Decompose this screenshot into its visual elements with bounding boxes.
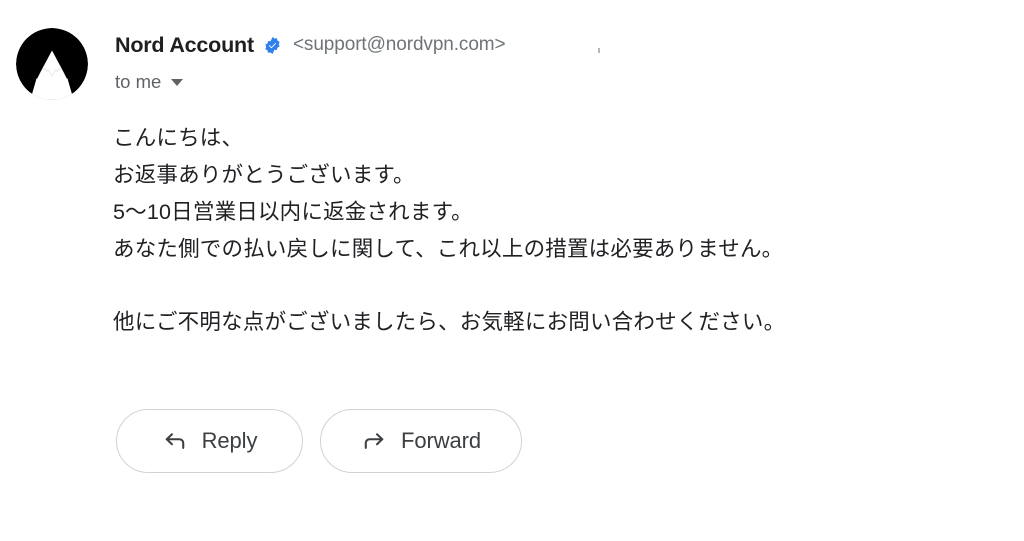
body-paragraph: こんにちは、 お返事ありがとうございます。 5〜10日営業日以内に返金されます。… [113, 120, 1003, 268]
chevron-down-icon[interactable] [171, 78, 184, 86]
avatar [16, 28, 88, 100]
body-line: こんにちは、 [113, 126, 244, 150]
reply-arrow-icon [162, 428, 188, 454]
body-line: 他にご不明な点がございましたら、お気軽にお問い合わせください。 [113, 310, 786, 334]
body-line: お返事ありがとうございます。 [113, 163, 415, 187]
body-paragraph: 他にご不明な点がございましたら、お気軽にお問い合わせください。 [113, 304, 1003, 341]
recipient-label: to me [115, 71, 162, 92]
message-body: こんにちは、 お返事ありがとうございます。 5〜10日営業日以内に返金されます。… [113, 120, 1003, 341]
recipient-toggle[interactable]: to me [115, 70, 184, 94]
sender-email-address: <support@nordvpn.com> [292, 34, 506, 55]
nordvpn-mountain-logo-icon [16, 28, 88, 100]
sender-block: Nord Account <support@nordvpn.com> to me [115, 30, 506, 94]
action-button-bar: Reply Forward [116, 409, 522, 473]
forward-button[interactable]: Forward [320, 409, 522, 473]
sender-line: Nord Account <support@nordvpn.com> [115, 30, 506, 60]
forward-button-label: Forward [401, 428, 481, 453]
email-message-view: Nord Account <support@nordvpn.com> to me… [0, 0, 1024, 541]
header-artifact-dot [598, 48, 600, 53]
verified-check-badge-icon [263, 36, 282, 55]
body-line: 5〜10日営業日以内に返金されます。 [113, 200, 473, 224]
reply-button[interactable]: Reply [116, 409, 303, 473]
body-line: あなた側での払い戻しに関して、これ以上の措置は必要ありません。 [113, 237, 784, 261]
forward-arrow-icon [361, 428, 387, 454]
sender-name[interactable]: Nord Account [115, 30, 254, 60]
reply-button-label: Reply [201, 428, 258, 453]
message-header: Nord Account <support@nordvpn.com> to me [0, 0, 1024, 118]
